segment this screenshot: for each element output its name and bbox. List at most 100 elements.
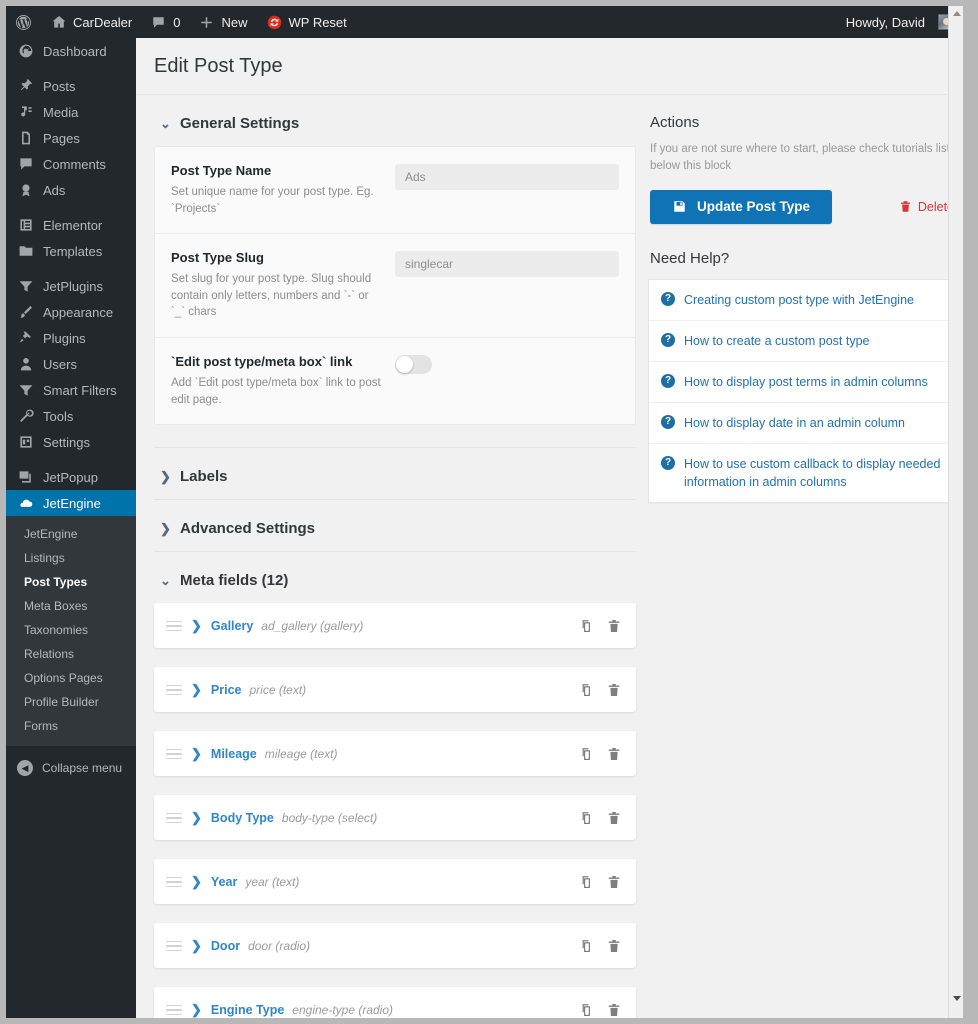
my-account-menu[interactable]: Howdy, David [837, 6, 963, 38]
meta-field-row[interactable]: ❯Priceprice (text) [154, 667, 636, 712]
trash-icon[interactable] [607, 618, 622, 634]
meta-field-name: Engine Type [211, 1003, 284, 1017]
trash-icon[interactable] [607, 938, 622, 954]
drag-handle-icon[interactable] [166, 621, 182, 632]
copy-icon[interactable] [578, 938, 593, 954]
trash-icon[interactable] [607, 682, 622, 698]
meta-fields-header[interactable]: ⌄ Meta fields (12) [154, 552, 636, 603]
elementor-icon [17, 217, 34, 234]
trash-icon[interactable] [607, 810, 622, 826]
trash-icon[interactable] [607, 746, 622, 762]
section-header-advanced-settings[interactable]: ❯Advanced Settings [154, 500, 636, 551]
meta-field-row[interactable]: ❯ Engine Type engine-type (radio) [154, 987, 636, 1018]
help-link[interactable]: ?How to display date in an admin column [649, 403, 959, 444]
drag-handle-icon[interactable] [166, 749, 182, 760]
question-mark-icon: ? [661, 374, 675, 388]
meta-field-row[interactable]: ❯Body Typebody-type (select) [154, 795, 636, 840]
sidebar-item-plugins[interactable]: Plugins [6, 325, 136, 351]
setting-control-group [395, 354, 619, 374]
drag-handle-icon[interactable] [166, 685, 182, 696]
help-link[interactable]: ?Creating custom post type with JetEngin… [649, 280, 959, 321]
meta-field-slug: engine-type (radio) [292, 1003, 393, 1017]
chevron-down-icon [953, 996, 961, 1001]
need-help-heading: Need Help? [648, 224, 960, 279]
sidebar-item-settings[interactable]: Settings [6, 429, 136, 455]
help-link[interactable]: ?How to display post terms in admin colu… [649, 362, 959, 403]
meta-field-row[interactable]: ❯Galleryad_gallery (gallery) [154, 603, 636, 648]
sidebar-item-templates[interactable]: Templates [6, 238, 136, 264]
chevron-right-icon[interactable]: ❯ [191, 1003, 202, 1016]
browser-viewport: CarDealer 0 New [0, 0, 978, 1024]
drag-handle-icon[interactable] [166, 1005, 182, 1016]
copy-icon[interactable] [578, 618, 593, 634]
chevron-right-icon: ❯ [160, 470, 171, 483]
submenu-item-jetengine[interactable]: JetEngine [6, 522, 136, 546]
copy-icon[interactable] [578, 874, 593, 890]
sidebar-item-appearance[interactable]: Appearance [6, 299, 136, 325]
edit-post-type-link-toggle[interactable] [395, 355, 432, 374]
scroll-up-arrow[interactable] [949, 6, 963, 21]
wp-reset-menu[interactable]: WP Reset [257, 6, 356, 38]
copy-icon[interactable] [578, 746, 593, 762]
pages-icon [17, 130, 34, 147]
copy-icon[interactable] [578, 682, 593, 698]
sidebar-item-label: Settings [43, 436, 90, 449]
meta-field-row[interactable]: ❯Mileagemileage (text) [154, 731, 636, 776]
general-settings-header[interactable]: ⌄ General Settings [154, 95, 636, 146]
sidebar-item-elementor[interactable]: Elementor [6, 212, 136, 238]
sidebar-item-users[interactable]: Users [6, 351, 136, 377]
chevron-right-icon[interactable]: ❯ [191, 811, 202, 824]
chevron-right-icon[interactable]: ❯ [191, 619, 202, 632]
scroll-down-arrow[interactable] [949, 991, 963, 1006]
submenu-item-forms[interactable]: Forms [6, 714, 136, 738]
submenu-item-post-types[interactable]: Post Types [6, 570, 136, 594]
submenu-item-options-pages[interactable]: Options Pages [6, 666, 136, 690]
meta-field-slug: year (text) [245, 875, 299, 889]
sidebar-item-ads[interactable]: Ads [6, 177, 136, 203]
actions-heading: Actions [648, 95, 960, 141]
meta-field-row[interactable]: ❯Doordoor (radio) [154, 923, 636, 968]
trash-icon[interactable] [607, 874, 622, 890]
copy-icon[interactable] [578, 1002, 593, 1018]
drag-handle-icon[interactable] [166, 941, 182, 952]
update-post-type-button[interactable]: Update Post Type [650, 190, 832, 224]
meta-fields-label: Meta fields (12) [180, 572, 288, 589]
delete-post-type-button[interactable]: Delete [899, 200, 954, 214]
sidebar-item-tools[interactable]: Tools [6, 403, 136, 429]
sidebar-item-jetengine[interactable]: JetEngine [6, 490, 136, 516]
wp-logo-menu[interactable] [6, 6, 41, 38]
sidebar-item-posts[interactable]: Posts [6, 73, 136, 99]
help-link[interactable]: ?How to create a custom post type [649, 321, 959, 362]
trash-icon[interactable] [607, 1002, 622, 1018]
sidebar-item-media[interactable]: Media [6, 99, 136, 125]
post-type-slug-input[interactable] [395, 251, 619, 277]
submenu-item-listings[interactable]: Listings [6, 546, 136, 570]
sidebar-item-dashboard[interactable]: Dashboard [6, 38, 136, 64]
wrench-icon [17, 408, 34, 425]
sidebar-item-jetpopup[interactable]: JetPopup [6, 464, 136, 490]
help-link[interactable]: ?How to use custom callback to display n… [649, 444, 959, 502]
comments-menu[interactable]: 0 [141, 6, 189, 38]
chevron-right-icon[interactable]: ❯ [191, 683, 202, 696]
vertical-scrollbar[interactable] [948, 6, 963, 1018]
drag-handle-icon[interactable] [166, 813, 182, 824]
meta-field-row[interactable]: ❯Yearyear (text) [154, 859, 636, 904]
sidebar-item-smart-filters[interactable]: Smart Filters [6, 377, 136, 403]
submenu-item-taxonomies[interactable]: Taxonomies [6, 618, 136, 642]
submenu-item-meta-boxes[interactable]: Meta Boxes [6, 594, 136, 618]
post-type-name-input[interactable] [395, 164, 619, 190]
copy-icon[interactable] [578, 810, 593, 826]
site-name-menu[interactable]: CarDealer [41, 6, 141, 38]
collapse-menu-button[interactable]: ◀ Collapse menu [6, 754, 136, 782]
chevron-right-icon[interactable]: ❯ [191, 875, 202, 888]
submenu-item-relations[interactable]: Relations [6, 642, 136, 666]
section-header-labels[interactable]: ❯Labels [154, 448, 636, 499]
drag-handle-icon[interactable] [166, 877, 182, 888]
sidebar-item-comments[interactable]: Comments [6, 151, 136, 177]
chevron-right-icon[interactable]: ❯ [191, 939, 202, 952]
new-content-menu[interactable]: New [189, 6, 256, 38]
chevron-right-icon[interactable]: ❯ [191, 747, 202, 760]
submenu-item-profile-builder[interactable]: Profile Builder [6, 690, 136, 714]
sidebar-item-pages[interactable]: Pages [6, 125, 136, 151]
sidebar-item-jetplugins[interactable]: JetPlugins [6, 273, 136, 299]
